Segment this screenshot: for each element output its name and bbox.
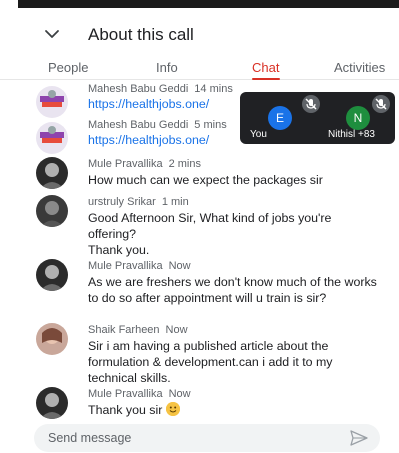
message-time: 1 min — [161, 196, 189, 208]
message-text: Thank you sir — [88, 403, 163, 417]
top-status-strip — [18, 0, 399, 8]
message-meta: Mule Pravallika Now — [88, 388, 191, 400]
tab-chat[interactable]: Chat — [252, 60, 279, 75]
message-text-row: Thank you sir — [88, 402, 378, 418]
send-message-input[interactable] — [48, 430, 328, 446]
chat-message: Mule Pravallika Now Thank you sir — [0, 386, 399, 420]
sender-name: Mule Pravallika — [88, 388, 163, 400]
avatar — [36, 259, 68, 291]
message-text: How much can we expect the packages sir — [88, 173, 323, 187]
tab-people[interactable]: People — [48, 60, 88, 75]
tab-info[interactable]: Info — [156, 60, 178, 75]
avatar — [36, 195, 68, 227]
avatar — [36, 323, 68, 355]
smiling-face-emoji-icon — [165, 402, 180, 416]
message-text: Sir i am having a published article abou… — [88, 339, 333, 385]
message-time: 5 mins — [194, 119, 227, 131]
sender-name: Mahesh Babu Geddi — [88, 83, 189, 95]
message-meta: urstruly Srikar 1 min — [88, 196, 189, 208]
chat-message: Mule Pravallika 2 mins How much can we ex… — [0, 156, 399, 190]
avatar — [36, 122, 68, 154]
tab-activities[interactable]: Activities — [334, 60, 385, 75]
message-time: Now — [168, 260, 191, 272]
sender-name: Mule Pravallika — [88, 260, 163, 272]
participant-avatar-you: E — [268, 106, 292, 130]
avatar — [36, 157, 68, 189]
message-meta: Mule Pravallika Now — [88, 260, 191, 272]
chat-message: urstruly Srikar 1 min Good Afternoon Sir,… — [0, 194, 399, 257]
message-meta: Shaik Farheen Now — [88, 324, 188, 336]
sender-name: Mahesh Babu Geddi — [88, 119, 189, 131]
message-meta: Mahesh Babu Geddi 14 mins — [88, 83, 233, 95]
call-details-header: About this call — [0, 18, 399, 52]
message-meta: Mahesh Babu Geddi 5 mins — [88, 119, 227, 131]
sender-name: Mule Pravallika — [88, 158, 163, 170]
avatar — [36, 387, 68, 419]
sender-name: Shaik Farheen — [88, 324, 160, 336]
active-tab-indicator — [252, 78, 280, 80]
chevron-down-icon[interactable] — [44, 26, 60, 42]
sender-name: urstruly Srikar — [88, 196, 156, 208]
chat-message: Shaik Farheen Now Sir i am having a publi… — [0, 322, 399, 385]
video-preview-overlay[interactable]: E N You Nithisl +83 — [240, 92, 395, 144]
message-time: 14 mins — [194, 83, 233, 95]
message-meta: Mule Pravallika 2 mins — [88, 158, 201, 170]
message-composer — [34, 424, 380, 452]
message-text: Good Afternoon Sir, What kind of jobs yo… — [88, 211, 332, 257]
message-time: 2 mins — [168, 158, 201, 170]
message-text: As we are freshers we don't know much of… — [88, 275, 377, 305]
send-icon[interactable] — [350, 430, 368, 446]
mic-off-icon — [302, 95, 320, 113]
participant-label-you: You — [250, 129, 267, 140]
page-title: About this call — [88, 25, 194, 44]
tab-bar: People Info Chat Activities — [0, 52, 399, 80]
participant-label-other: Nithisl +83 — [328, 129, 375, 140]
avatar — [36, 86, 68, 118]
message-time: Now — [165, 324, 188, 336]
participant-avatar-other: N — [346, 106, 370, 130]
message-time: Now — [168, 388, 191, 400]
chat-message: Mule Pravallika Now As we are freshers we… — [0, 258, 399, 318]
mic-off-icon — [372, 95, 390, 113]
